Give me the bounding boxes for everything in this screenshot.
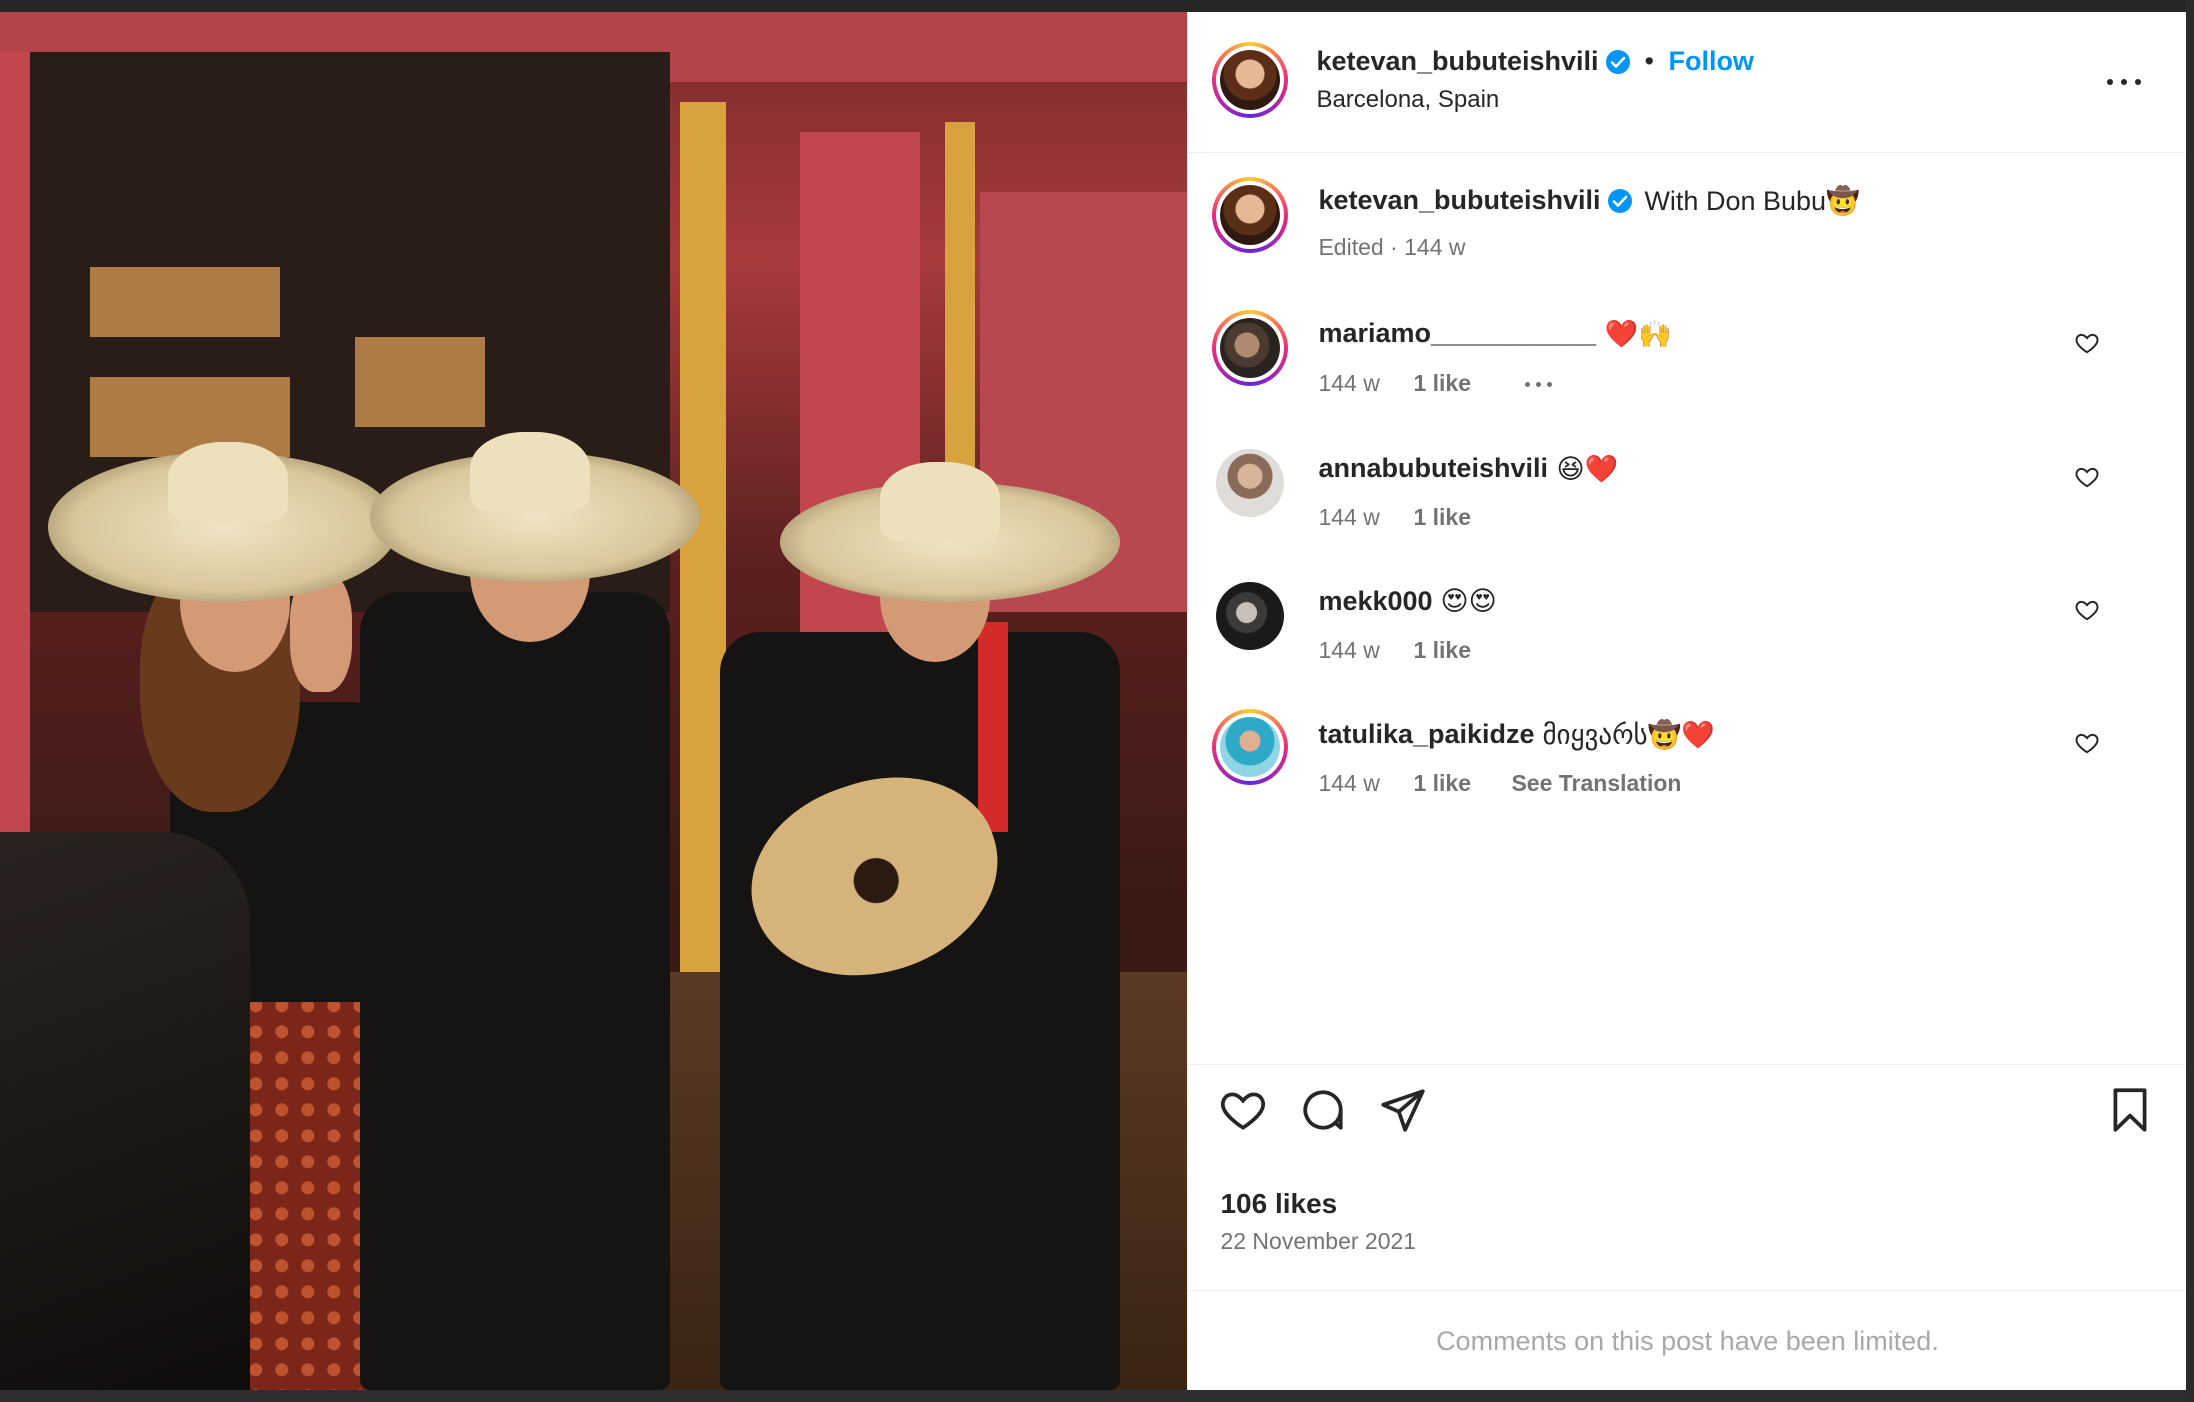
comments-limited-notice: Comments on this post have been limited.	[1436, 1326, 1939, 1356]
save-bookmark-icon[interactable]	[2105, 1085, 2155, 1135]
verified-badge-icon	[1606, 50, 1631, 74]
comment-age: 144 w	[1318, 637, 1380, 663]
photo-blind	[90, 377, 290, 457]
post-date[interactable]: 22 November 2021	[1220, 1228, 1416, 1255]
comment-likes[interactable]: 1 like	[1413, 370, 1471, 397]
verified-badge-icon	[1608, 189, 1633, 213]
comment-text: 😍😍	[1440, 586, 1497, 616]
comment-like-heart-icon[interactable]	[2074, 464, 2100, 490]
likes-count[interactable]: 106 likes	[1220, 1188, 1337, 1220]
photo-blind	[355, 337, 485, 427]
backdrop-bottom	[0, 1390, 2194, 1402]
comment-likes[interactable]: 1 like	[1413, 637, 1471, 664]
caption-text: With Don Bubu🤠	[1644, 186, 1860, 216]
photo-sombrero-crown	[168, 442, 288, 522]
commenter-avatar[interactable]	[1216, 582, 1285, 650]
commenter-avatar[interactable]	[1216, 449, 1285, 517]
comments-limited-bar: Comments on this post have been limited.	[1188, 1290, 2187, 1391]
comment-age: 144 w	[1318, 770, 1380, 796]
post-modal: ketevan_bubuteishvili • Follow Barcelona…	[0, 12, 2187, 1391]
comment-like-heart-icon[interactable]	[2074, 330, 2100, 356]
share-send-icon[interactable]	[1378, 1085, 1428, 1135]
comment-like-heart-icon[interactable]	[2074, 597, 2100, 623]
comment-likes[interactable]: 1 like	[1413, 770, 1471, 797]
post-actions: 106 likes 22 November 2021	[1188, 1064, 2187, 1291]
comment-username[interactable]: annabubuteishvili	[1318, 453, 1548, 484]
comment-username[interactable]: tatulika_paikidze	[1318, 719, 1534, 750]
photo-foreground-hand	[0, 832, 250, 1390]
post-side-panel: ketevan_bubuteishvili • Follow Barcelona…	[1187, 12, 2187, 1391]
backdrop-top	[0, 0, 2194, 12]
comment-more-icon[interactable]	[1523, 381, 1555, 389]
caption-meta: Edited · 144 w	[1318, 234, 1466, 260]
header-separator: •	[1644, 46, 1654, 76]
post-location[interactable]: Barcelona, Spain	[1316, 86, 1499, 114]
see-translation-link[interactable]: See Translation	[1511, 770, 1681, 797]
like-heart-icon[interactable]	[1218, 1085, 1268, 1135]
photo-sombrero-crown	[470, 432, 590, 512]
follow-button[interactable]: Follow	[1668, 46, 1753, 77]
caption-author-avatar[interactable]	[1212, 177, 1289, 253]
commenter-avatar[interactable]	[1212, 709, 1289, 785]
post-photo	[0, 12, 1188, 1390]
photo-sombrero-crown	[880, 462, 1000, 542]
comment-like-heart-icon[interactable]	[2074, 730, 2100, 756]
caption-author[interactable]: ketevan_bubuteishvili	[1318, 185, 1600, 216]
comment-bubble-icon[interactable]	[1298, 1085, 1348, 1135]
author-avatar[interactable]	[1212, 42, 1289, 118]
photo-strap	[978, 622, 1008, 832]
comment-age: 144 w	[1318, 370, 1380, 396]
comment-text: მიყვარს🤠❤️	[1542, 720, 1715, 750]
comment-username[interactable]: mekk000	[1318, 586, 1432, 617]
comment-likes[interactable]: 1 like	[1413, 504, 1471, 531]
photo-frame	[0, 52, 30, 952]
comment-text: 😆❤️	[1556, 454, 1619, 484]
photo-blind	[90, 267, 280, 337]
commenter-avatar[interactable]	[1212, 310, 1289, 386]
photo-mariachi-body	[720, 632, 1120, 1390]
author-username[interactable]: ketevan_bubuteishvili	[1316, 46, 1598, 77]
more-options-icon[interactable]	[2105, 72, 2149, 92]
comment-username[interactable]: mariamo___________	[1318, 318, 1596, 349]
photo-man-body	[360, 592, 670, 1390]
comment-age: 144 w	[1318, 504, 1380, 530]
post-header: ketevan_bubuteishvili • Follow Barcelona…	[1188, 12, 2187, 153]
backdrop-right	[2186, 0, 2194, 1402]
comment-text: ❤️🙌	[1604, 319, 1672, 349]
